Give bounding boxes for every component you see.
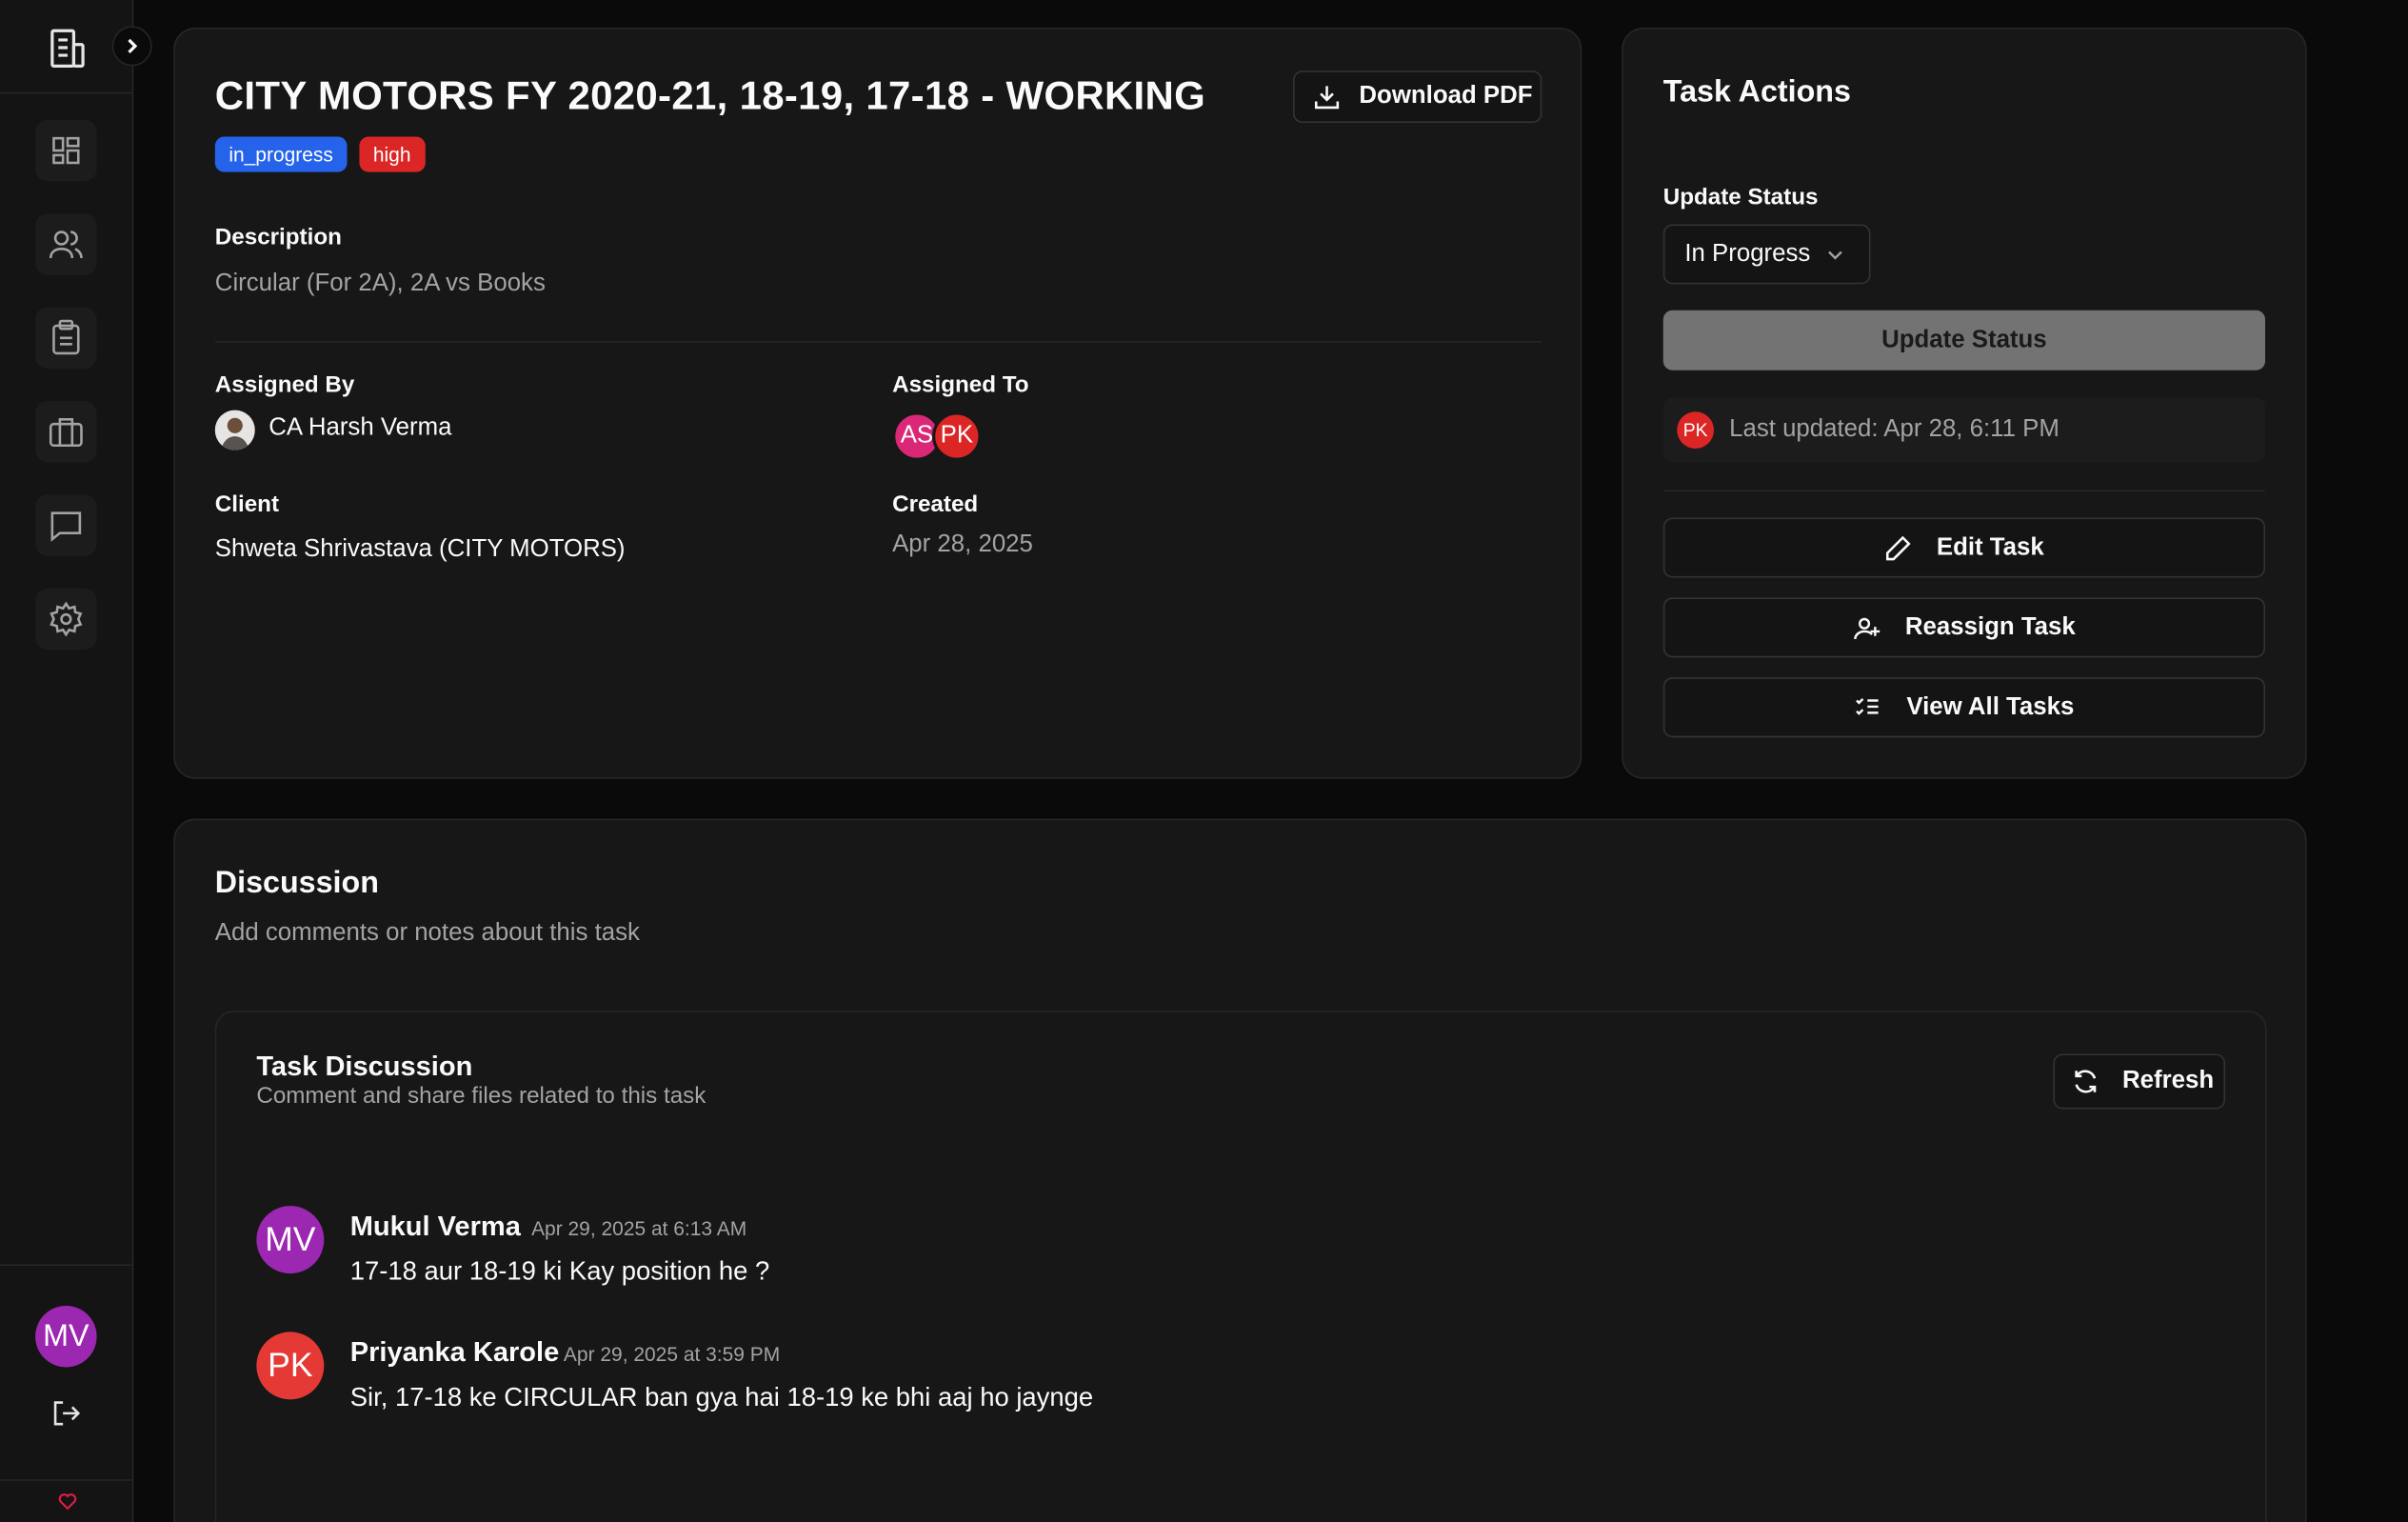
client-name: Shweta Shrivastava (CITY MOTORS) <box>214 535 626 563</box>
heart-icon <box>57 1493 76 1511</box>
clipboard-icon <box>52 319 80 355</box>
divider <box>214 341 1542 343</box>
task-actions-card: Task Actions Update Status In Progress U… <box>1622 28 2307 779</box>
description-label: Description <box>214 224 342 250</box>
assigned-to-label: Assigned To <box>892 371 1029 398</box>
reassign-task-label: Reassign Task <box>1904 613 2076 640</box>
nav-dashboard[interactable] <box>35 119 97 182</box>
person-photo-icon <box>214 410 255 451</box>
chevron-down-icon <box>1827 250 1842 259</box>
last-updated-info: PK Last updated: Apr 28, 6:11 PM <box>1662 397 2266 463</box>
divider <box>1662 490 2266 492</box>
comment-author: Priyanka Karole <box>349 1336 560 1368</box>
actions-title: Task Actions <box>1662 75 1851 110</box>
edit-task-label: Edit Task <box>1936 533 2044 560</box>
updater-avatar: PK <box>1677 411 1714 449</box>
nav-settings[interactable] <box>35 588 97 651</box>
task-badges: in_progress high <box>214 136 425 172</box>
nav-clients[interactable] <box>35 400 97 463</box>
task-title: CITY MOTORS FY 2020-21, 18-19, 17-18 - W… <box>214 71 1206 119</box>
assigned-by-avatar <box>214 410 255 451</box>
task-details-card: CITY MOTORS FY 2020-21, 18-19, 17-18 - W… <box>173 28 1582 779</box>
task-discussion-subtitle: Comment and share files related to this … <box>256 1083 706 1110</box>
download-icon <box>1314 86 1340 110</box>
comment-timestamp: Apr 29, 2025 at 6:13 AM <box>531 1216 747 1240</box>
nav-tasks[interactable] <box>35 307 97 370</box>
description-text: Circular (For 2A), 2A vs Books <box>214 270 546 297</box>
discussion-card: Discussion Add comments or notes about t… <box>173 818 2307 1522</box>
discussion-subtitle: Add comments or notes about this task <box>214 920 640 947</box>
discussion-title: Discussion <box>214 866 379 901</box>
logout-icon[interactable] <box>50 1398 81 1429</box>
created-date: Apr 28, 2025 <box>892 531 1033 558</box>
task-discussion-panel: Task Discussion Comment and share files … <box>214 1011 2267 1522</box>
refresh-icon <box>2075 1070 2097 1093</box>
status-badge: in_progress <box>214 136 348 172</box>
comment-text: 17-18 aur 18-19 ki Kay position he ? <box>349 1256 770 1286</box>
client-label: Client <box>214 491 280 518</box>
users-icon <box>49 230 83 259</box>
created-label: Created <box>892 491 979 518</box>
comment-avatar: PK <box>256 1332 325 1400</box>
update-status-label: Update Status <box>1662 184 1819 210</box>
status-select-value: In Progress <box>1684 240 1811 267</box>
sidebar-footer: MV <box>0 1264 134 1479</box>
last-updated-text: Last updated: Apr 28, 6:11 PM <box>1729 416 2060 443</box>
sidebar-credit <box>0 1479 134 1522</box>
pencil-icon <box>1885 534 1911 560</box>
download-pdf-label: Download PDF <box>1359 83 1533 110</box>
sidebar-expand-button[interactable] <box>111 26 152 67</box>
user-plus-icon <box>1853 616 1880 639</box>
priority-badge: high <box>359 136 425 172</box>
message-icon <box>50 511 82 542</box>
update-status-button[interactable]: Update Status <box>1662 310 2266 370</box>
user-avatar[interactable]: MV <box>35 1305 97 1368</box>
view-all-tasks-button[interactable]: View All Tasks <box>1662 677 2266 738</box>
refresh-button[interactable]: Refresh <box>2053 1053 2226 1110</box>
briefcase-icon <box>49 418 83 448</box>
nav-messages[interactable] <box>35 494 97 556</box>
status-select[interactable]: In Progress <box>1662 224 1871 285</box>
comment-author: Mukul Verma <box>349 1210 521 1242</box>
list-check-icon <box>1856 697 1880 715</box>
assignee-avatars: AS PK <box>892 411 982 461</box>
download-pdf-button[interactable]: Download PDF <box>1293 70 1542 124</box>
comment-avatar: MV <box>256 1206 325 1274</box>
sidebar-nav <box>35 119 97 682</box>
building-logo-icon[interactable] <box>46 26 86 69</box>
assignee-avatar[interactable]: PK <box>932 411 982 461</box>
sidebar: MV <box>0 0 152 1522</box>
nav-users[interactable] <box>35 213 97 275</box>
settings-icon <box>50 601 83 637</box>
dashboard-icon <box>52 136 80 165</box>
reassign-task-button[interactable]: Reassign Task <box>1662 597 2266 658</box>
comment-text: Sir, 17-18 ke CIRCULAR ban gya hai 18-19… <box>349 1382 1094 1412</box>
task-discussion-title: Task Discussion <box>256 1051 473 1082</box>
sidebar-header <box>0 0 152 94</box>
assigned-by-name: CA Harsh Verma <box>269 414 452 441</box>
comment-timestamp: Apr 29, 2025 at 3:59 PM <box>563 1342 781 1366</box>
chevron-right-icon <box>128 38 138 53</box>
view-all-tasks-label: View All Tasks <box>1906 693 2075 720</box>
edit-task-button[interactable]: Edit Task <box>1662 517 2266 578</box>
refresh-label: Refresh <box>2122 1067 2215 1094</box>
assigned-by-label: Assigned By <box>214 371 355 398</box>
